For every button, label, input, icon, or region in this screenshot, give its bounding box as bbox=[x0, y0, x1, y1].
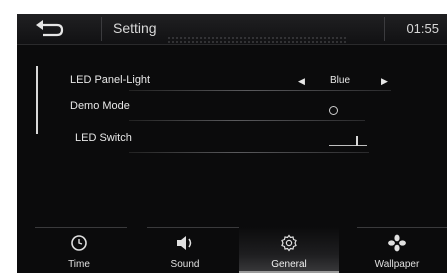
nav-label-general: General bbox=[271, 259, 307, 270]
page-title: Setting bbox=[113, 20, 157, 36]
back-arrow-icon bbox=[36, 20, 64, 37]
nav-label-sound: Sound bbox=[170, 259, 200, 270]
nav-item-sound[interactable]: Sound bbox=[135, 227, 235, 273]
clock-display: 01:55 bbox=[406, 21, 439, 36]
led-switch-track[interactable] bbox=[329, 145, 367, 146]
speaker-icon bbox=[135, 234, 235, 252]
header-dot-pattern bbox=[167, 36, 347, 44]
scrollbar[interactable] bbox=[36, 66, 38, 134]
header-divider bbox=[101, 17, 102, 41]
settings-screen: Setting 01:55 LED Panel-Light ◀ Blue ▶ D… bbox=[17, 14, 447, 273]
flower-icon bbox=[347, 234, 447, 252]
gear-icon bbox=[239, 234, 339, 252]
clock-icon bbox=[29, 234, 129, 252]
nav-item-time[interactable]: Time bbox=[29, 227, 129, 273]
led-switch-label: LED Switch bbox=[75, 132, 132, 144]
led-switch-knob[interactable] bbox=[356, 136, 358, 146]
nav-label-wallpaper: Wallpaper bbox=[374, 259, 420, 270]
header-divider bbox=[384, 17, 385, 41]
previous-option-arrow-icon[interactable]: ◀ bbox=[298, 76, 305, 87]
demo-mode-radio[interactable] bbox=[329, 106, 338, 115]
nav-item-wallpaper[interactable]: Wallpaper bbox=[347, 227, 447, 273]
row-divider bbox=[129, 152, 369, 153]
nav-item-general[interactable]: General bbox=[239, 227, 339, 273]
next-option-arrow-icon[interactable]: ▶ bbox=[381, 76, 388, 87]
bottom-nav: Time Sound General Wallpaper bbox=[17, 227, 447, 273]
back-button[interactable] bbox=[21, 16, 101, 42]
led-panel-light-label: LED Panel-Light bbox=[70, 74, 151, 86]
nav-label-time: Time bbox=[68, 259, 90, 270]
row-divider bbox=[129, 120, 365, 121]
led-panel-light-value: Blue bbox=[330, 75, 351, 86]
demo-mode-label: Demo Mode bbox=[70, 100, 130, 112]
row-divider bbox=[129, 90, 391, 91]
header-bar: Setting 01:55 bbox=[17, 14, 447, 45]
